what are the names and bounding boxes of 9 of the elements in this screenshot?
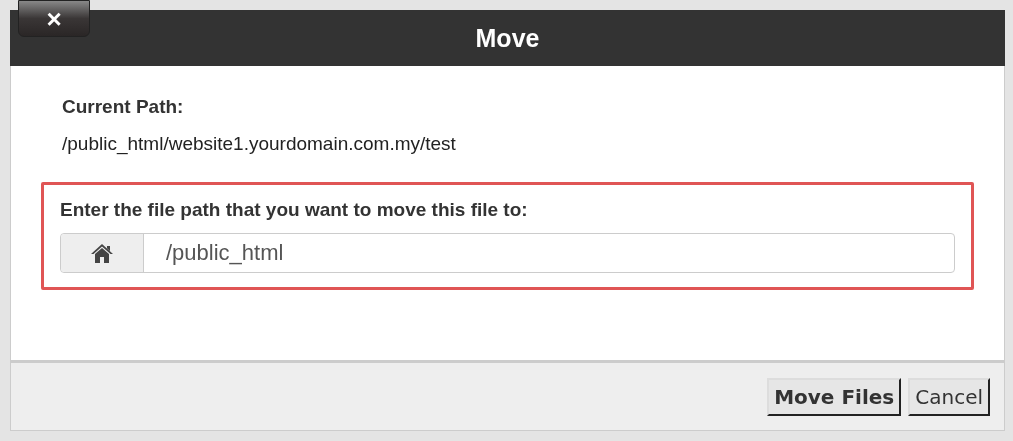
move-files-button[interactable]: Move Files bbox=[767, 377, 902, 416]
current-path-label: Current Path: bbox=[62, 96, 185, 118]
destination-label: Enter the file path that you want to move this file to: bbox=[60, 199, 529, 221]
current-path-value: /public_html/website1.yourdomain.com.my/test bbox=[62, 133, 457, 155]
path-input-field[interactable]: /public_html bbox=[60, 233, 955, 273]
home-icon bbox=[90, 243, 114, 263]
close-button[interactable]: × bbox=[18, 0, 90, 37]
dialog-title: Move bbox=[475, 23, 540, 53]
cancel-button[interactable]: Cancel bbox=[908, 377, 990, 416]
